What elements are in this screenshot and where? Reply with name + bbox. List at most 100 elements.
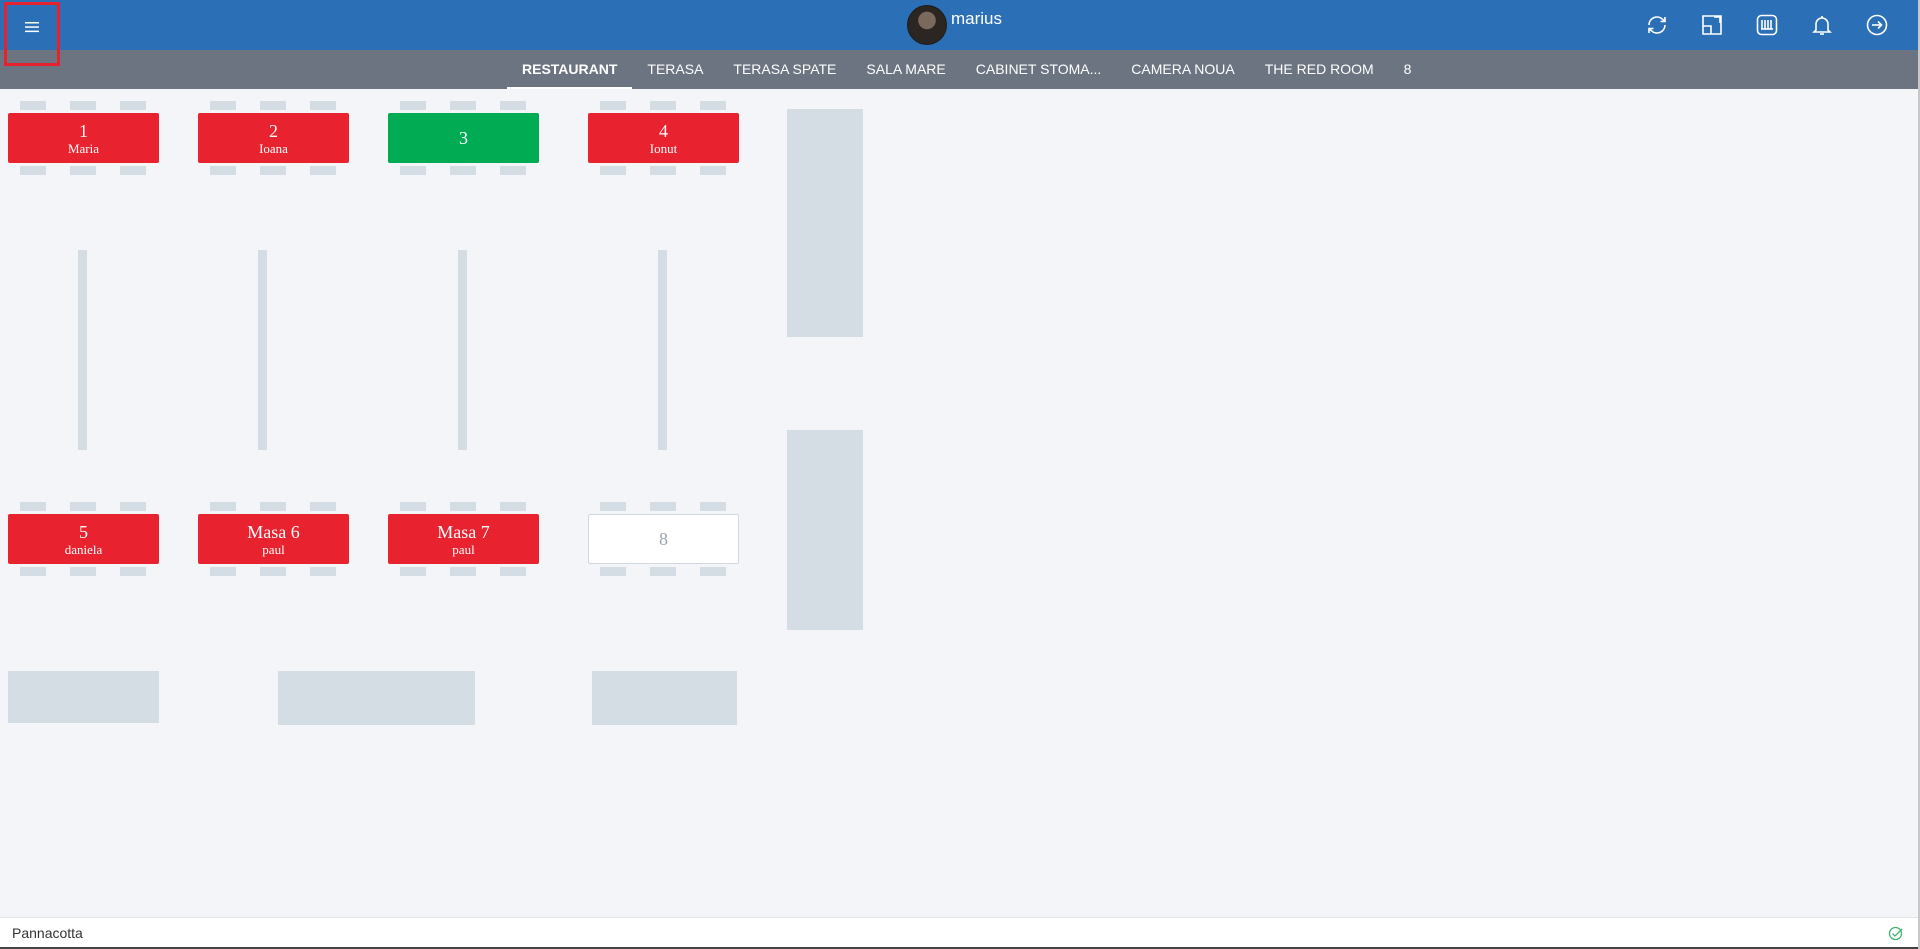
chair	[450, 166, 476, 175]
check-icon	[1888, 926, 1903, 941]
tab-7[interactable]: THE RED ROOM	[1250, 50, 1389, 89]
chair	[700, 166, 726, 175]
chair	[260, 166, 286, 175]
table-1[interactable]: 1 Maria	[8, 113, 159, 163]
divider-bar	[658, 250, 667, 450]
table-3[interactable]: 3	[388, 113, 539, 163]
counter-block	[278, 671, 475, 725]
room-tabs: RESTAURANT TERASA TERASA SPATE SALA MARE CAB…	[507, 50, 1426, 89]
top-actions	[1644, 12, 1890, 38]
table-5[interactable]: 5 daniela	[8, 514, 159, 564]
fullscreen-icon	[1702, 15, 1722, 35]
chair	[70, 567, 96, 576]
chair	[400, 567, 426, 576]
chair	[400, 101, 426, 110]
table-number: Masa 6	[247, 521, 300, 542]
table-number: Masa 7	[437, 521, 490, 542]
fullscreen-button[interactable]	[1699, 12, 1725, 38]
chair	[20, 567, 46, 576]
chair	[700, 567, 726, 576]
chair	[20, 502, 46, 511]
chair	[310, 101, 336, 110]
chair	[450, 101, 476, 110]
table-guest: paul	[262, 541, 285, 557]
table-6[interactable]: Masa 6 paul	[198, 514, 349, 564]
tab-3[interactable]: TERASA SPATE	[718, 50, 851, 89]
chair	[260, 502, 286, 511]
table-guest: daniela	[64, 541, 103, 557]
chair	[500, 166, 526, 175]
menu-icon	[25, 22, 39, 33]
tab-5[interactable]: CABINET STOMA...	[961, 50, 1117, 89]
chair	[310, 567, 336, 576]
menu-button[interactable]	[4, 2, 60, 66]
tab-6[interactable]: CAMERA NOUA	[1116, 50, 1249, 89]
bell-icon	[1812, 16, 1832, 35]
chair	[210, 502, 236, 511]
status-text: Pannacotta	[12, 925, 83, 941]
chair	[450, 567, 476, 576]
table-number: 5	[79, 521, 88, 542]
table-guest: Ionut	[649, 140, 678, 156]
top-bar: marius	[0, 0, 1918, 66]
user-profile[interactable]: marius	[907, 4, 1002, 46]
wall-panel	[787, 109, 863, 337]
divider-bar	[78, 250, 87, 450]
chair	[70, 101, 96, 110]
chair	[210, 567, 236, 576]
table-guest: paul	[452, 541, 475, 557]
status-bar: Pannacotta	[0, 917, 1918, 947]
chair	[500, 502, 526, 511]
chair	[600, 101, 626, 110]
logout-icon	[1866, 14, 1888, 36]
chair	[600, 502, 626, 511]
table-number: 4	[659, 120, 668, 141]
room-tabs-bar: RESTAURANT TERASA TERASA SPATE SALA MARE CAB…	[0, 50, 1918, 89]
chair	[120, 567, 146, 576]
table-guest: Ioana	[259, 140, 288, 156]
table-number: 8	[659, 529, 668, 549]
avatar	[907, 5, 947, 45]
table-4[interactable]: 4 Ionut	[588, 113, 739, 163]
chair	[210, 166, 236, 175]
table-8[interactable]: 8	[588, 514, 739, 564]
chair	[700, 502, 726, 511]
chair	[260, 567, 286, 576]
chair	[650, 502, 676, 511]
chair	[120, 166, 146, 175]
chair	[210, 101, 236, 110]
refresh-button[interactable]	[1644, 12, 1670, 38]
divider-bar	[258, 250, 267, 450]
tab-1[interactable]: RESTAURANT	[507, 50, 633, 89]
table-number: 1	[79, 120, 88, 141]
username: marius	[951, 9, 1003, 28]
chair	[20, 101, 46, 110]
wall-panel	[787, 430, 863, 630]
table-7[interactable]: Masa 7 paul	[388, 514, 539, 564]
chair	[650, 567, 676, 576]
counter-block	[8, 671, 159, 723]
chair	[120, 101, 146, 110]
cash-register-button[interactable]	[1754, 12, 1780, 38]
app-window: marius RESTAURANT TERASA TERASA SPATE SA…	[0, 0, 1918, 949]
chair	[400, 502, 426, 511]
cash-register-icon	[1756, 14, 1778, 36]
chair	[600, 166, 626, 175]
chair	[450, 502, 476, 511]
table-2[interactable]: 2 Ioana	[198, 113, 349, 163]
chair	[70, 166, 96, 175]
floor-plan: 1 Maria 2 Ioana 3 4 Ionut 5 daniela Masa 6 paul Mas…	[0, 89, 1918, 917]
notifications-button[interactable]	[1809, 12, 1835, 38]
chair	[500, 101, 526, 110]
chair	[650, 166, 676, 175]
table-number: 2	[269, 120, 278, 141]
chair	[70, 502, 96, 511]
tab-4[interactable]: SALA MARE	[851, 50, 960, 89]
tab-2[interactable]: TERASA	[632, 50, 718, 89]
refresh-icon	[1648, 16, 1666, 34]
chair	[310, 166, 336, 175]
chair	[600, 567, 626, 576]
tab-8[interactable]: 8	[1389, 50, 1427, 89]
logout-button[interactable]	[1864, 12, 1890, 38]
chair	[120, 502, 146, 511]
